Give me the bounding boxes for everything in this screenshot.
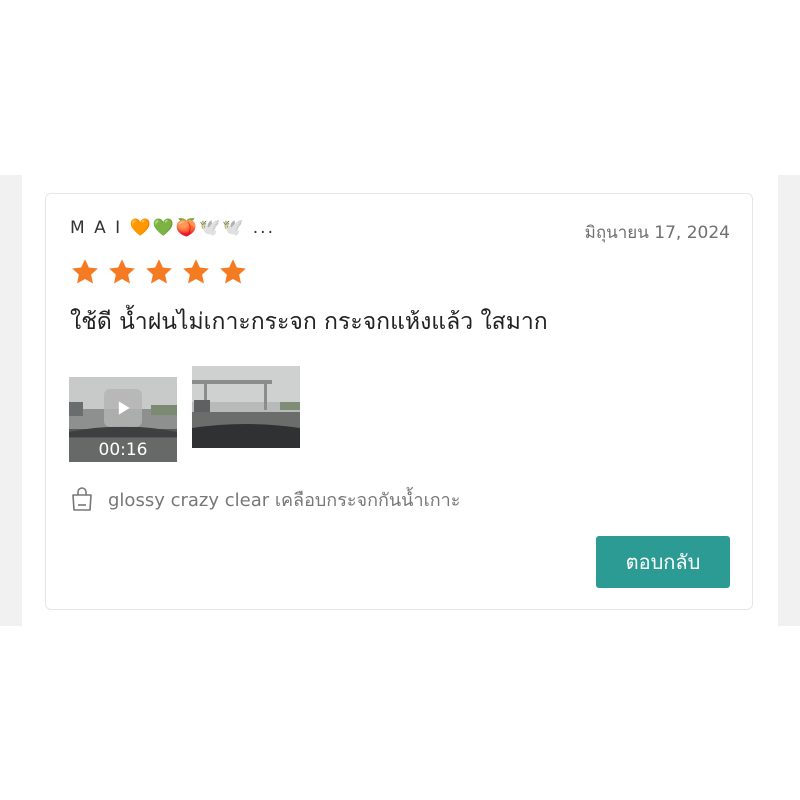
star-icon bbox=[107, 257, 141, 289]
product-name: glossy crazy clear เคลือบกระจกกันน้ำเกาะ bbox=[108, 489, 461, 511]
video-duration: 00:16 bbox=[69, 438, 177, 462]
reply-button[interactable]: ตอบกลับ bbox=[596, 536, 730, 588]
video-thumbnail[interactable]: 00:16 bbox=[69, 377, 177, 462]
shopping-bag-icon bbox=[72, 487, 92, 511]
star-icon bbox=[181, 257, 215, 289]
review-card: M A I 🧡💚🍑🕊️🕊️ ... มิถุนายน 17, 2024 ใช้ด… bbox=[45, 193, 753, 610]
star-icon bbox=[144, 257, 178, 289]
product-link[interactable]: glossy crazy clear เคลือบกระจกกันน้ำเกาะ bbox=[70, 484, 460, 514]
play-icon bbox=[118, 401, 130, 415]
review-text: ใช้ดี น้ำฝนไม่เกาะกระจก กระจกแห้งแล้ว ใส… bbox=[70, 309, 548, 335]
photo-image bbox=[192, 366, 300, 448]
star-icon bbox=[70, 257, 104, 289]
play-button[interactable] bbox=[104, 389, 142, 427]
review-date: มิถุนายน 17, 2024 bbox=[584, 223, 730, 243]
star-icon bbox=[218, 257, 252, 289]
reviewer-name: M A I 🧡💚🍑🕊️🕊️ ... bbox=[70, 218, 275, 238]
photo-thumbnail[interactable] bbox=[192, 366, 300, 448]
star-rating bbox=[70, 257, 255, 289]
